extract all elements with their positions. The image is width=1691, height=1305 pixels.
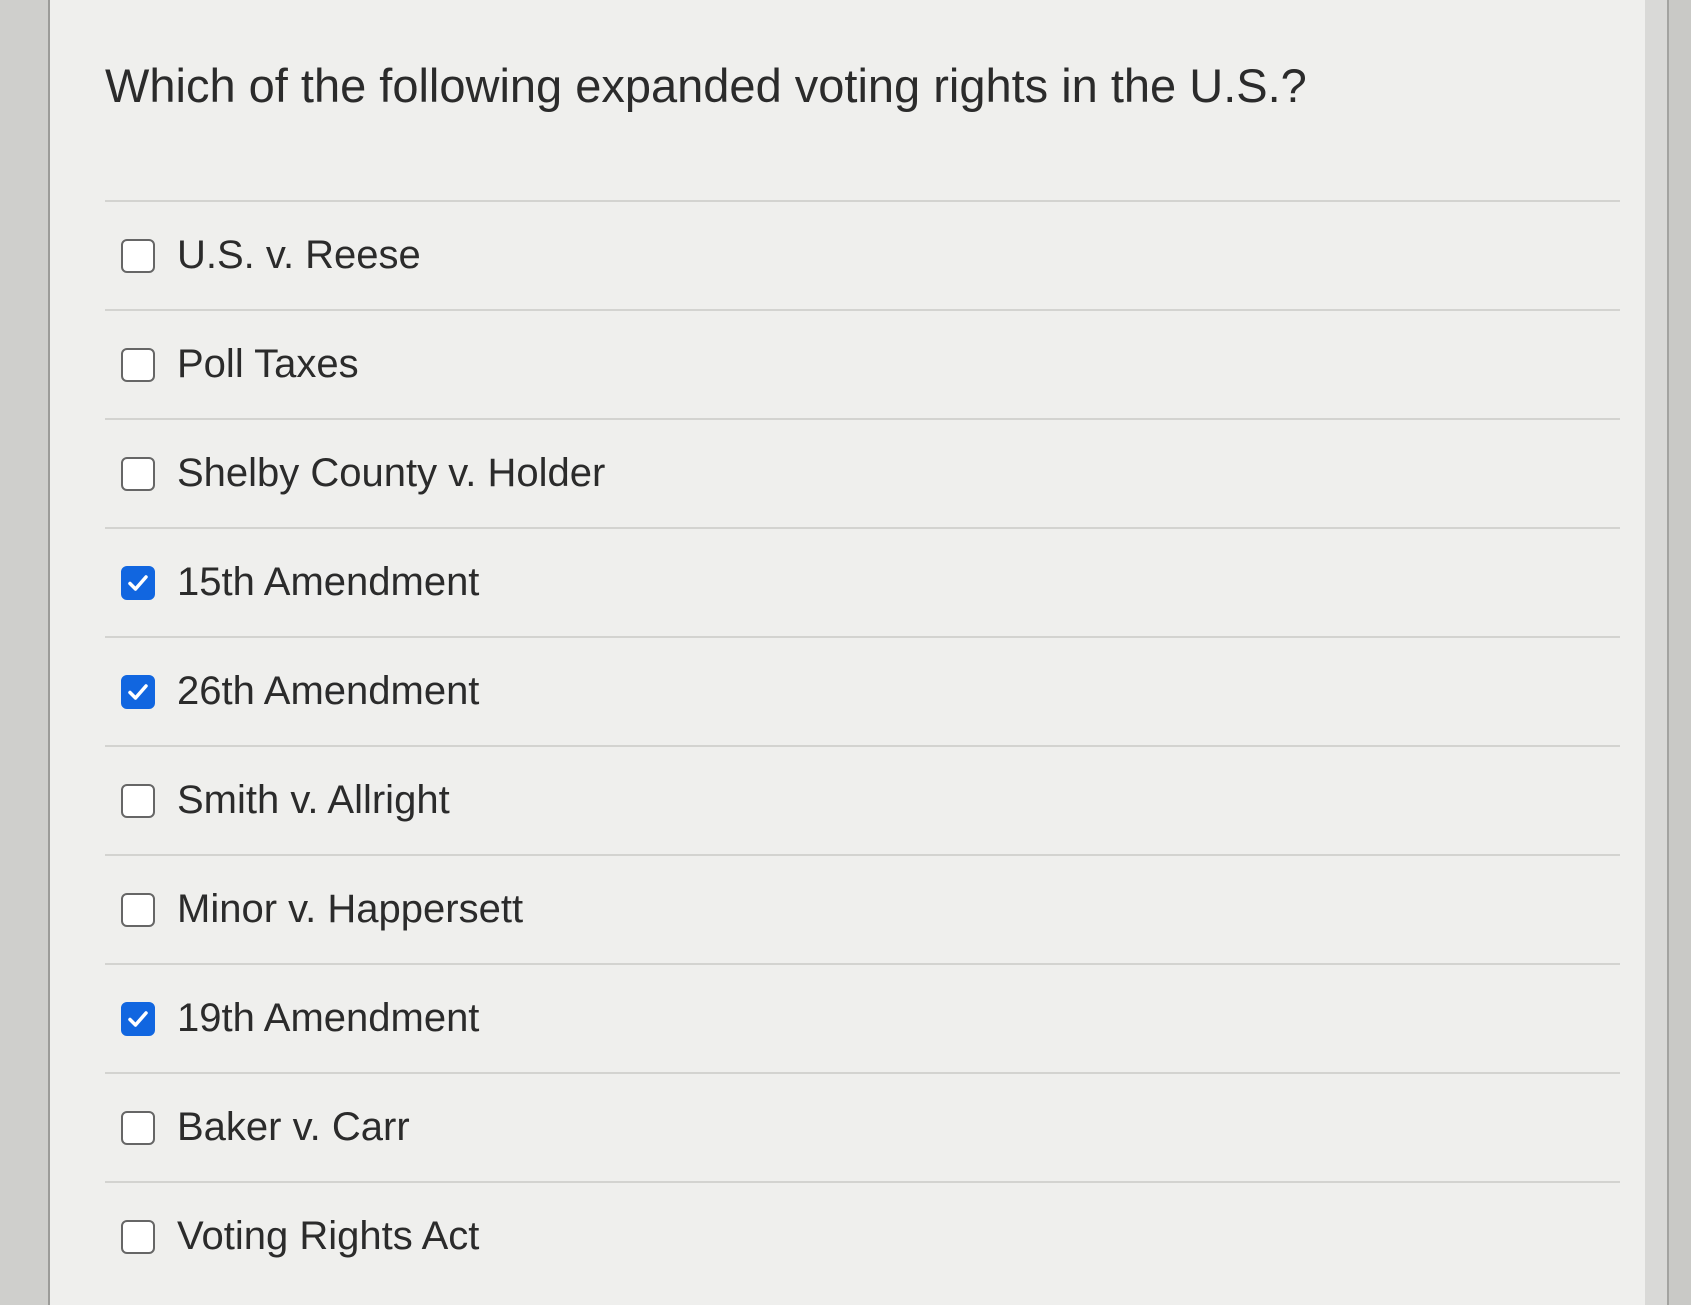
checkbox-unchecked[interactable]: [121, 892, 155, 927]
option-label: Minor v. Happersett: [177, 887, 524, 931]
option-row[interactable]: Voting Rights Act: [105, 1181, 1620, 1290]
checkbox-unchecked[interactable]: [121, 347, 155, 382]
checkbox-unchecked[interactable]: [121, 238, 155, 273]
option-row[interactable]: Shelby County v. Holder: [105, 418, 1620, 527]
option-label: U.S. v. Reese: [177, 233, 421, 277]
option-row[interactable]: Baker v. Carr: [105, 1072, 1620, 1181]
checkbox-unchecked[interactable]: [121, 1110, 155, 1145]
option-label: Voting Rights Act: [177, 1214, 480, 1258]
question-text: Which of the following expanded voting r…: [105, 59, 1307, 112]
right-window-edge: [1667, 0, 1691, 1305]
option-row[interactable]: Smith v. Allright: [105, 745, 1620, 854]
option-label: 19th Amendment: [177, 996, 480, 1040]
checkmark-icon: [128, 574, 148, 591]
option-row[interactable]: 26th Amendment: [105, 636, 1620, 745]
option-label: 15th Amendment: [177, 560, 480, 604]
option-label: Shelby County v. Holder: [177, 451, 606, 495]
checkbox-unchecked[interactable]: [121, 783, 155, 818]
checkmark-icon: [128, 683, 148, 700]
option-label: 26th Amendment: [177, 669, 480, 713]
checkbox-unchecked[interactable]: [121, 456, 155, 491]
option-row[interactable]: 19th Amendment: [105, 963, 1620, 1072]
checkbox-checked[interactable]: [121, 674, 155, 709]
checkbox-unchecked[interactable]: [121, 1219, 155, 1254]
checkbox-checked[interactable]: [121, 565, 155, 600]
checkbox-checked[interactable]: [121, 1001, 155, 1036]
option-row[interactable]: 15th Amendment: [105, 527, 1620, 636]
left-window-edge: [0, 0, 50, 1305]
option-row[interactable]: U.S. v. Reese: [105, 200, 1620, 309]
option-row[interactable]: Poll Taxes: [105, 309, 1620, 418]
option-label: Smith v. Allright: [177, 778, 450, 822]
option-label: Poll Taxes: [177, 342, 359, 386]
option-label: Baker v. Carr: [177, 1105, 410, 1149]
option-row[interactable]: Minor v. Happersett: [105, 854, 1620, 963]
answer-options-list: U.S. v. Reese Poll Taxes Shelby County v…: [105, 200, 1620, 1290]
checkmark-icon: [128, 1010, 148, 1027]
